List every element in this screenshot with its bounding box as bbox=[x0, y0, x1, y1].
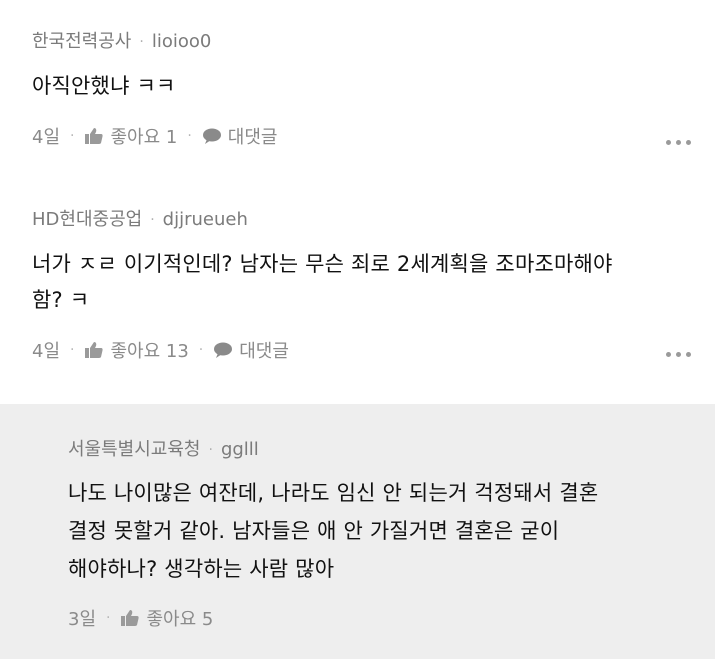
like-button[interactable]: 좋아요 13 bbox=[84, 337, 189, 363]
comment-text: 아직안했냐 ㅋㅋ bbox=[32, 68, 683, 104]
separator-dot: · bbox=[106, 610, 111, 626]
comment-actions: 4일 · 좋아요 1 · 대댓글 bbox=[32, 122, 683, 150]
username[interactable]: lioioo0 bbox=[152, 30, 212, 54]
company-name: HD현대중공업 bbox=[32, 209, 143, 230]
speech-bubble-icon bbox=[213, 341, 233, 359]
comment-meta: HD현대중공업 · djjrueueh bbox=[32, 208, 683, 232]
separator-dot: · bbox=[187, 128, 192, 144]
username[interactable]: gglll bbox=[221, 438, 259, 462]
more-dots-icon[interactable] bbox=[666, 140, 691, 145]
reply-button[interactable]: 대댓글 bbox=[213, 337, 289, 363]
comment-actions: 4일 · 좋아요 13 · 대댓글 bbox=[32, 336, 683, 364]
thumbs-up-icon bbox=[84, 127, 104, 145]
reply-label: 대댓글 bbox=[227, 127, 278, 148]
comment-actions: 3일 · 좋아요 5 bbox=[68, 604, 683, 632]
comment-text: 나도 나이많은 여잔데, 나라도 임신 안 되는거 걱정돼서 결혼 결정 못할거… bbox=[68, 474, 683, 588]
thumbs-up-icon bbox=[120, 609, 140, 627]
like-count-label: 좋아요 1 bbox=[110, 127, 178, 148]
reply-button[interactable]: 대댓글 bbox=[202, 123, 278, 149]
comment-text-line: 함? ㅋ bbox=[32, 288, 90, 312]
comment-text-line: 결정 못할거 같아. 남자들은 애 안 가질거면 결혼은 굳이 bbox=[68, 519, 560, 543]
comment-text: 너가 ㅈㄹ 이기적인데? 남자는 무슨 죄로 2세계획을 조마조마해야 함? ㅋ bbox=[32, 246, 683, 318]
more-dots-icon[interactable] bbox=[666, 352, 691, 357]
reply-label: 대댓글 bbox=[239, 341, 289, 362]
reply-item: 서울특별시교육청 · gglll 나도 나이많은 여잔데, 나라도 임신 안 되… bbox=[0, 404, 715, 659]
comment-meta: 서울특별시교육청 · gglll bbox=[68, 438, 683, 462]
comment-text-line: 아직안했냐 ㅋㅋ bbox=[32, 74, 176, 98]
comment-age: 4일 bbox=[32, 127, 61, 148]
separator-dot: · bbox=[208, 442, 213, 458]
like-count-label: 좋아요 13 bbox=[110, 341, 189, 362]
comment-item: HD현대중공업 · djjrueueh 너가 ㅈㄹ 이기적인데? 남자는 무슨 … bbox=[0, 190, 715, 404]
separator-dot: · bbox=[70, 342, 75, 358]
separator-dot: · bbox=[70, 128, 75, 144]
comment-meta: 한국전력공사 · lioioo0 bbox=[32, 30, 683, 54]
separator-dot: · bbox=[139, 34, 144, 50]
speech-bubble-icon bbox=[202, 127, 222, 145]
comment-age: 3일 bbox=[68, 609, 97, 630]
separator-dot: · bbox=[198, 342, 204, 358]
company-name: 한국전력공사 bbox=[32, 31, 132, 52]
like-button[interactable]: 좋아요 1 bbox=[84, 123, 177, 149]
comment-text-line: 너가 ㅈㄹ 이기적인데? 남자는 무슨 죄로 2세계획을 조마조마해야 bbox=[32, 252, 613, 276]
company-name: 서울특별시교육청 bbox=[68, 439, 201, 460]
like-count-label: 좋아요 5 bbox=[146, 609, 214, 630]
thumbs-up-icon bbox=[84, 341, 104, 359]
like-button[interactable]: 좋아요 5 bbox=[120, 605, 213, 631]
comment-text-line: 해야하나? 생각하는 사람 많아 bbox=[68, 557, 335, 581]
comment-text-line: 나도 나이많은 여잔데, 나라도 임신 안 되는거 걱정돼서 결혼 bbox=[68, 481, 599, 505]
username[interactable]: djjrueueh bbox=[163, 208, 248, 232]
separator-dot: · bbox=[150, 212, 155, 228]
comment-age: 4일 bbox=[32, 341, 61, 362]
comment-item: 한국전력공사 · lioioo0 아직안했냐 ㅋㅋ 4일 · 좋아요 1 · 대… bbox=[0, 0, 715, 190]
